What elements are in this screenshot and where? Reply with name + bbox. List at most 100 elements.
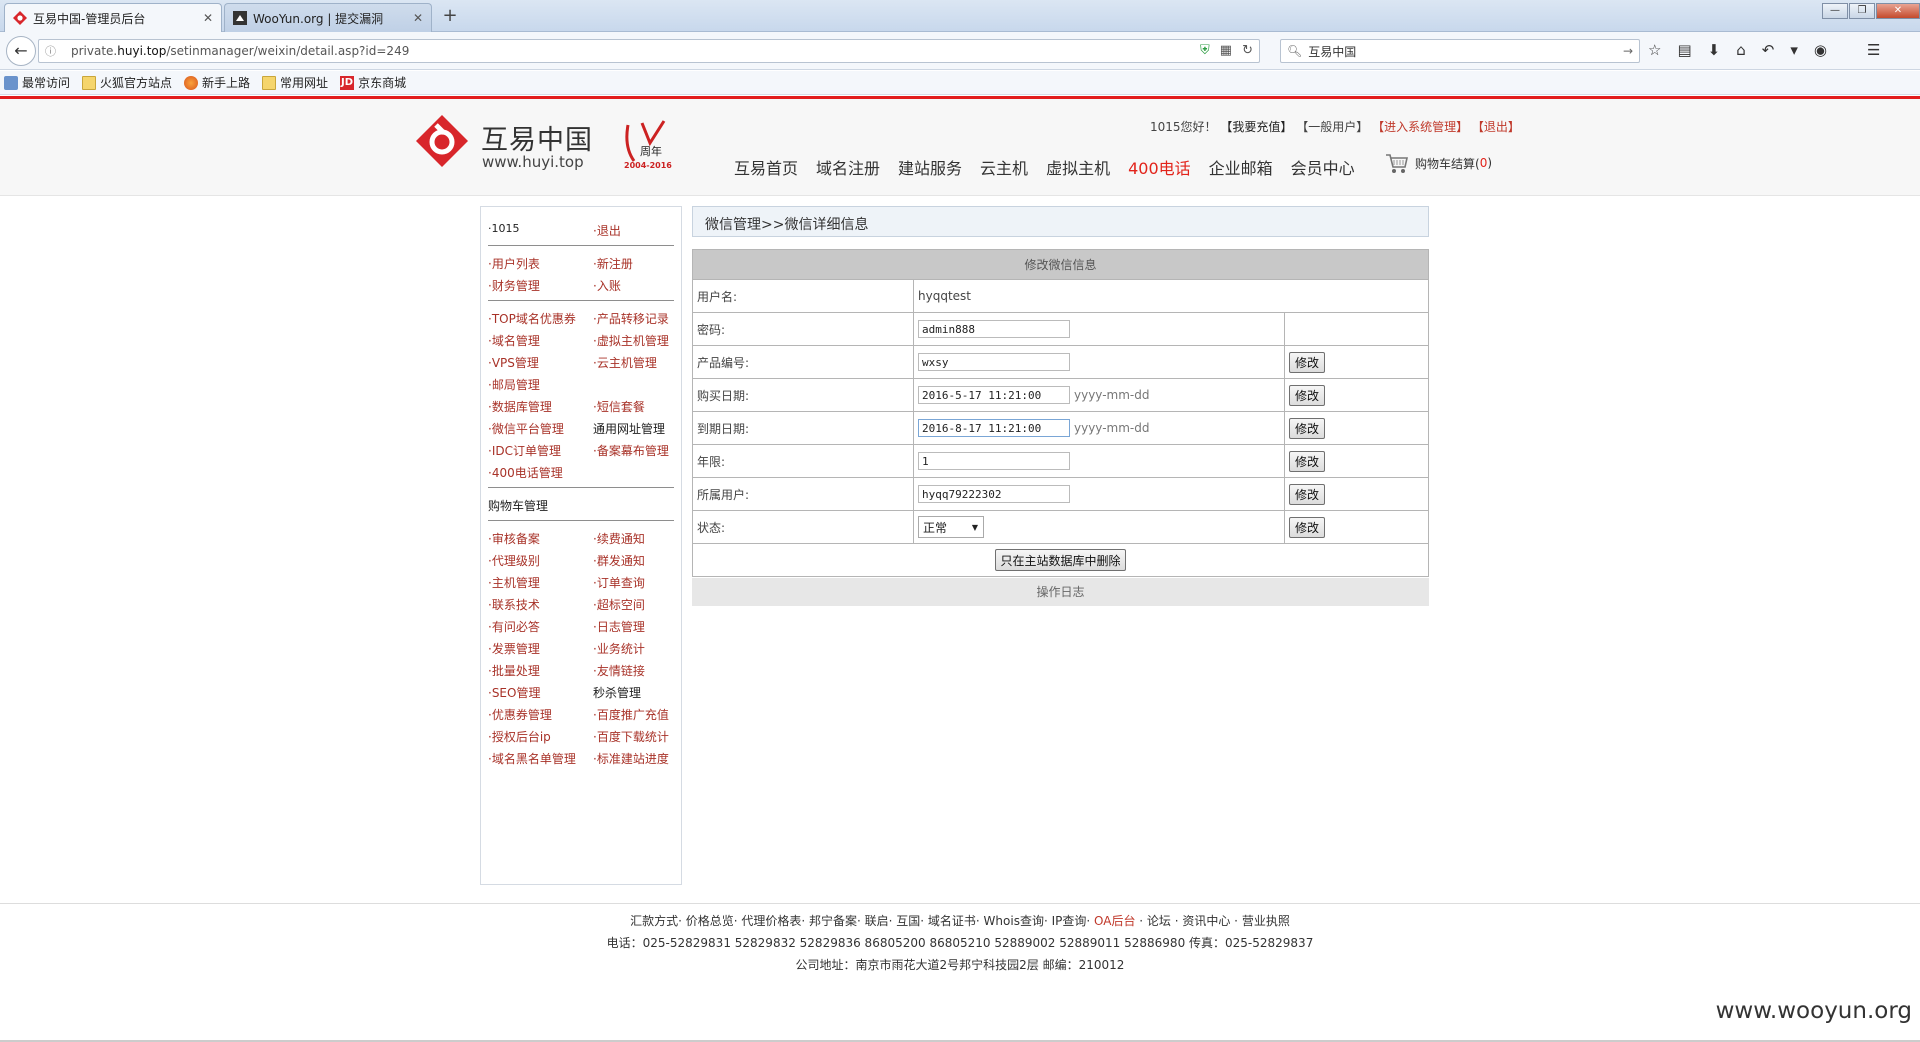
sidebar-item-contact-tech[interactable]: ·联系技术	[488, 596, 540, 613]
site-info-icon[interactable]: ⓘ	[45, 43, 63, 59]
logo-text-en[interactable]: www.huyi.top	[482, 153, 584, 171]
download-icon[interactable]: ⬇	[1708, 41, 1721, 59]
bookmark-most-visited[interactable]: 最常访问	[4, 74, 70, 91]
operation-log-bar[interactable]: 操作日志	[692, 578, 1429, 606]
sidebar-item-database[interactable]: ·数据库管理	[488, 398, 552, 415]
bookmark-firefox-site[interactable]: 火狐官方站点	[82, 74, 172, 91]
logo-text-cn[interactable]: 互易中国	[481, 118, 593, 157]
sidebar-item-baidu-recharge[interactable]: ·百度推广充值	[593, 706, 669, 723]
huyi-logo-icon[interactable]	[416, 115, 468, 167]
product-id-input[interactable]	[918, 353, 1070, 371]
sidebar-item-finance[interactable]: ·财务管理	[488, 277, 540, 294]
sidebar-item-invoices[interactable]: ·发票管理	[488, 640, 540, 657]
nav-enterprise-mail[interactable]: 企业邮箱	[1209, 155, 1273, 179]
bookmark-getting-started[interactable]: 新手上路	[184, 74, 250, 91]
sidebar-item-coupons[interactable]: ·优惠券管理	[488, 706, 552, 723]
menu-icon[interactable]: ☰	[1867, 41, 1880, 59]
address-bar[interactable]: ⓘ private.huyi.top/setinmanager/weixin/d…	[38, 39, 1260, 63]
sidebar-item-site-progress[interactable]: ·标准建站进度	[593, 750, 669, 767]
dropdown-icon[interactable]: ▾	[1790, 41, 1798, 59]
sidebar-item-baidu-downloads[interactable]: ·百度下载统计	[593, 728, 669, 745]
sidebar-item-business-stats[interactable]: ·业务统计	[593, 640, 645, 657]
footer-links-after[interactable]: · 论坛 · 资讯中心 · 营业执照	[1139, 914, 1290, 928]
cart-checkout[interactable]: 购物车结算(0)	[1385, 152, 1492, 174]
sidebar-item-deposit[interactable]: ·入账	[593, 277, 621, 294]
sidebar-logout[interactable]: ·退出	[593, 222, 621, 239]
sidebar-item-domains[interactable]: ·域名管理	[488, 332, 540, 349]
nav-domain-register[interactable]: 域名注册	[816, 155, 880, 179]
sidebar-item-idc-orders[interactable]: ·IDC订单管理	[488, 442, 561, 459]
sidebar-item-logs[interactable]: ·日志管理	[593, 618, 645, 635]
years-input[interactable]	[918, 452, 1070, 470]
modify-years-button[interactable]: 修改	[1289, 450, 1325, 472]
nav-site-building[interactable]: 建站服务	[898, 155, 962, 179]
new-tab-button[interactable]: +	[438, 6, 462, 28]
sidebar-item-friend-links[interactable]: ·友情链接	[593, 662, 645, 679]
sidebar-item-mail[interactable]: ·邮局管理	[488, 376, 540, 393]
sidebar-item-sms[interactable]: ·短信套餐	[593, 398, 645, 415]
sidebar-item-seo[interactable]: ·SEO管理	[488, 684, 540, 701]
footer-oa-link[interactable]: OA后台	[1094, 914, 1135, 928]
recharge-link[interactable]: 【我要充值】	[1220, 120, 1292, 134]
modify-buy-date-button[interactable]: 修改	[1289, 384, 1325, 406]
sidebar-item-new-register[interactable]: ·新注册	[593, 255, 633, 272]
sidebar-item-400-phone[interactable]: ·400电话管理	[488, 464, 563, 481]
bookmark-common-sites[interactable]: 常用网址	[262, 74, 328, 91]
sidebar-item-flash-sale[interactable]: 秒杀管理	[593, 684, 641, 701]
password-input[interactable]	[918, 320, 1070, 338]
sidebar-item-transfer-records[interactable]: ·产品转移记录	[593, 310, 669, 327]
sidebar-item-batch[interactable]: ·批量处理	[488, 662, 540, 679]
sidebar-item-cart-management[interactable]: 购物车管理	[488, 497, 548, 514]
search-box[interactable]: 🔍︎ 互易中国 →	[1280, 39, 1640, 63]
footer-links-before[interactable]: 汇款方式· 价格总览· 代理价格表· 邦宁备案· 联启· 互国· 域名证书· W…	[630, 914, 1090, 928]
qr-code-icon[interactable]: ▦	[1220, 43, 1232, 58]
sidebar-item-review-filing[interactable]: ·审核备案	[488, 530, 540, 547]
reload-icon[interactable]: ↻	[1242, 43, 1253, 58]
logout-link[interactable]: 【退出】	[1472, 120, 1520, 134]
delete-from-main-db-button[interactable]: 只在主站数据库中删除	[995, 549, 1126, 571]
reading-list-icon[interactable]: ▤	[1677, 41, 1691, 59]
sidebar-item-domain-blacklist[interactable]: ·域名黑名单管理	[488, 750, 576, 767]
extension-icon[interactable]: ◉	[1814, 41, 1827, 59]
sidebar-item-mass-notice[interactable]: ·群发通知	[593, 552, 645, 569]
status-select[interactable]: 正常 ▼	[918, 516, 984, 538]
sidebar-item-faq[interactable]: ·有问必答	[488, 618, 540, 635]
sidebar-item-cloud-hosts[interactable]: ·云主机管理	[593, 354, 657, 371]
modify-expire-date-button[interactable]: 修改	[1289, 417, 1325, 439]
sidebar-item-wechat[interactable]: ·微信平台管理	[488, 420, 564, 437]
nav-400-phone[interactable]: 400电话	[1128, 155, 1191, 179]
enter-admin-link[interactable]: 【进入系统管理】	[1372, 120, 1468, 134]
sidebar-item-filing-curtain[interactable]: ·备案幕布管理	[593, 442, 669, 459]
close-tab-icon[interactable]: ✕	[203, 11, 213, 25]
sidebar-item-vps[interactable]: ·VPS管理	[488, 354, 539, 371]
shield-icon[interactable]: ⛨	[1200, 43, 1210, 58]
sidebar-item-over-space[interactable]: ·超标空间	[593, 596, 645, 613]
nav-member-center[interactable]: 会员中心	[1291, 155, 1355, 179]
sidebar-item-host-management[interactable]: ·主机管理	[488, 574, 540, 591]
buy-date-input[interactable]	[918, 386, 1070, 404]
owner-input[interactable]	[918, 485, 1070, 503]
modify-owner-button[interactable]: 修改	[1289, 483, 1325, 505]
tab-admin[interactable]: 互易中国-管理员后台 ✕	[4, 3, 222, 32]
sidebar-item-order-query[interactable]: ·订单查询	[593, 574, 645, 591]
sidebar-item-auth-ip[interactable]: ·授权后台ip	[488, 728, 551, 745]
bookmark-jd[interactable]: JD 京东商城	[340, 74, 406, 91]
tab-wooyun[interactable]: WooYun.org | 提交漏洞 ✕	[224, 3, 432, 32]
sidebar-item-user-list[interactable]: ·用户列表	[488, 255, 540, 272]
modify-product-id-button[interactable]: 修改	[1289, 351, 1325, 373]
expire-date-input[interactable]	[918, 419, 1070, 437]
sidebar-item-top-coupon[interactable]: ·TOP域名优惠券	[488, 310, 576, 327]
minimize-icon[interactable]: —	[1822, 3, 1848, 19]
nav-home[interactable]: 互易首页	[734, 155, 798, 179]
restore-icon[interactable]: ❐	[1849, 3, 1875, 19]
close-tab-icon[interactable]: ✕	[413, 11, 423, 25]
sidebar-item-virtual-hosts[interactable]: ·虚拟主机管理	[593, 332, 669, 349]
modify-status-button[interactable]: 修改	[1289, 516, 1325, 538]
home-icon[interactable]: ⌂	[1736, 41, 1746, 59]
sidebar-item-common-urls[interactable]: 通用网址管理	[593, 420, 665, 437]
window-close-icon[interactable]: ✕	[1876, 3, 1920, 19]
nav-cloud-host[interactable]: 云主机	[980, 155, 1028, 179]
sidebar-item-renewal-notice[interactable]: ·续费通知	[593, 530, 645, 547]
back-arrow-icon[interactable]: ←	[6, 36, 36, 66]
undo-icon[interactable]: ↶	[1762, 41, 1775, 59]
